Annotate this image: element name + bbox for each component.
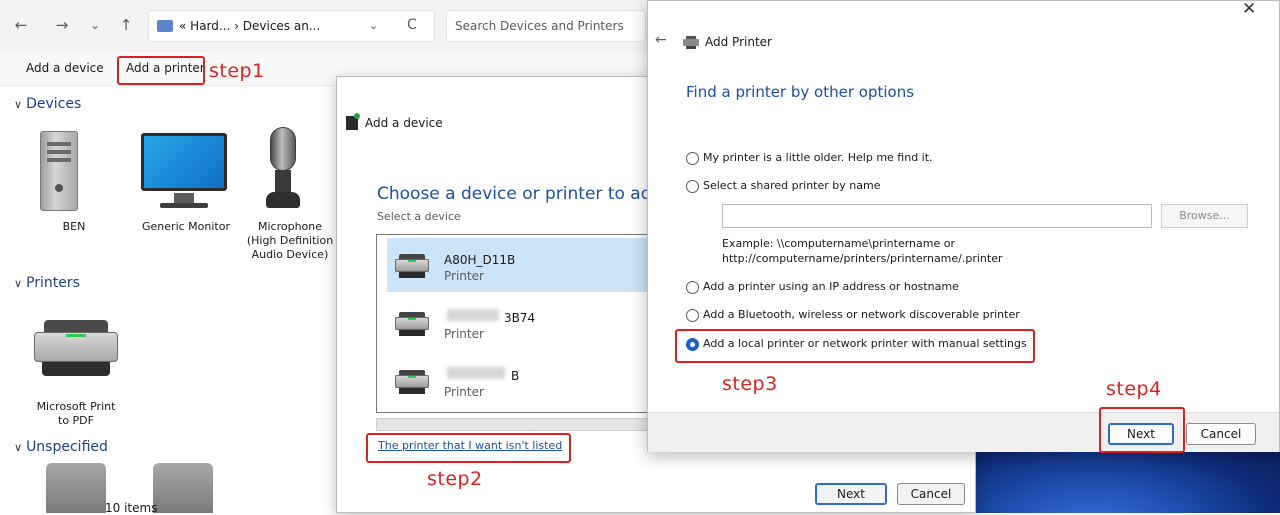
microphone-body	[275, 170, 291, 192]
control-panel-icon	[157, 20, 173, 32]
example-line2: http://computername/printers/printername…	[722, 252, 1003, 265]
device-name: B	[511, 369, 520, 383]
dialog-subheading: Select a device	[377, 210, 461, 223]
address-dropdown-icon[interactable]: ⌄	[369, 19, 378, 32]
address-path: « Hard... › Devices an...	[179, 19, 320, 33]
option-label: Add a printer using an IP address or hos…	[703, 280, 959, 293]
address-overflow-marker[interactable]: «	[179, 19, 186, 33]
device-type: Printer	[444, 269, 484, 283]
step3-label: step3	[722, 373, 778, 395]
address-bar[interactable]: « Hard... › Devices an... ⌄ C	[148, 10, 435, 42]
devices-section-header[interactable]: ∨ Devices	[14, 96, 81, 112]
dialog-heading: Choose a device or printer to add t	[377, 184, 675, 204]
radio-button[interactable]	[686, 281, 699, 294]
microphone-icon[interactable]	[270, 127, 296, 171]
radio-button[interactable]	[686, 180, 699, 193]
unspecified-section-header[interactable]: ∨ Unspecified	[14, 439, 108, 455]
redacted-name-block	[447, 367, 505, 379]
example-line1: Example: \\computername\printername or	[722, 237, 955, 250]
printer-label-line2: to PDF	[58, 414, 94, 427]
cancel-button[interactable]: Cancel	[1186, 423, 1256, 445]
microphone-label-line1: Microphone	[257, 220, 323, 233]
list-item[interactable]: A80H_D11B Printer	[387, 238, 665, 292]
unspecified-section-label: Unspecified	[26, 439, 108, 455]
monitor-stand	[174, 193, 194, 203]
browse-button[interactable]: Browse...	[1161, 204, 1248, 228]
device-label-microphone: Microphone (High Definition Audio Device…	[244, 220, 336, 262]
back-arrow-icon[interactable]: ←	[10, 14, 32, 36]
add-device-icon	[346, 113, 360, 130]
collapse-chevron-icon: ∨	[14, 277, 23, 290]
list-item[interactable]: B Printer	[387, 354, 665, 408]
collapse-chevron-icon: ∨	[14, 98, 23, 111]
redacted-name-block	[447, 309, 499, 321]
monitor-base	[160, 203, 208, 208]
printer-icon	[395, 254, 429, 278]
printer-icon	[683, 36, 699, 49]
navigation-bar: ← → ⌄ ↑ « Hard... › Devices an... ⌄ C Se…	[0, 0, 660, 52]
printer-icon[interactable]	[34, 320, 118, 378]
step4-highlight-box	[1099, 407, 1185, 453]
step1-label: step1	[209, 60, 265, 82]
search-placeholder: Search Devices and Printers	[455, 19, 624, 33]
option-label: Add a Bluetooth, wireless or network dis…	[703, 308, 1020, 321]
collapse-chevron-icon: ∨	[14, 441, 23, 454]
monitor-icon[interactable]	[141, 133, 227, 191]
microphone-label-line2: (High Definition	[246, 234, 334, 247]
step3-highlight-box	[675, 329, 1035, 363]
refresh-icon[interactable]: C	[407, 17, 417, 33]
device-name: 3B74	[504, 311, 536, 325]
search-input[interactable]: Search Devices and Printers	[446, 10, 646, 42]
printer-icon	[395, 370, 429, 394]
close-icon[interactable]: ✕	[1242, 0, 1256, 19]
shared-printer-name-input[interactable]	[722, 204, 1152, 228]
printers-section-label: Printers	[26, 275, 80, 291]
dialog-heading: Find a printer by other options	[686, 83, 915, 101]
unspecified-device-icon[interactable]	[46, 463, 106, 513]
device-type: Printer	[444, 327, 484, 341]
add-printer-dialog: ✕ ← Add Printer Find a printer by other …	[647, 0, 1280, 453]
device-type: Printer	[444, 385, 484, 399]
microphone-base	[266, 192, 300, 208]
unspecified-device-icon[interactable]	[153, 463, 213, 513]
devices-section-label: Devices	[26, 96, 82, 112]
cancel-button[interactable]: Cancel	[897, 483, 965, 505]
example-text: Example: \\computername\printername or h…	[722, 236, 1003, 266]
device-label-ben: BEN	[62, 220, 86, 233]
option-label: Select a shared printer by name	[703, 179, 881, 192]
step4-label: step4	[1106, 378, 1162, 400]
option-label: My printer is a little older. Help me fi…	[703, 151, 933, 164]
horizontal-scrollbar[interactable]	[376, 418, 666, 431]
list-item[interactable]: 3B74 Printer	[387, 296, 665, 350]
next-button[interactable]: Next	[815, 483, 887, 505]
printer-label-microsoft-print-to-pdf: Microsoft Print to PDF	[26, 400, 126, 428]
step1-highlight-box	[117, 56, 205, 85]
radio-button[interactable]	[686, 309, 699, 322]
device-list[interactable]: A80H_D11B Printer 3B74 Printer B Printer	[376, 234, 666, 413]
forward-arrow-icon[interactable]: →	[51, 14, 73, 36]
step2-label: step2	[427, 468, 483, 490]
microphone-label-line3: Audio Device)	[251, 248, 329, 261]
printers-section-header[interactable]: ∨ Printers	[14, 275, 80, 291]
step2-highlight-box	[366, 433, 571, 463]
recent-locations-chevron-icon[interactable]: ⌄	[84, 14, 106, 36]
dialog-title: Add a device	[365, 116, 443, 130]
back-arrow-icon[interactable]: ←	[655, 32, 667, 48]
dialog-title: Add Printer	[705, 35, 772, 49]
device-name: A80H_D11B	[444, 253, 516, 267]
device-label-generic-monitor: Generic Monitor	[142, 220, 230, 233]
up-arrow-icon[interactable]: ↑	[115, 14, 137, 36]
computer-tower-icon[interactable]	[40, 131, 78, 211]
address-breadcrumb[interactable]: Hard... › Devices an...	[190, 19, 320, 33]
radio-button[interactable]	[686, 152, 699, 165]
printer-icon	[395, 312, 429, 336]
printer-label-line1: Microsoft Print	[36, 400, 116, 413]
add-device-button[interactable]: Add a device	[26, 61, 104, 75]
